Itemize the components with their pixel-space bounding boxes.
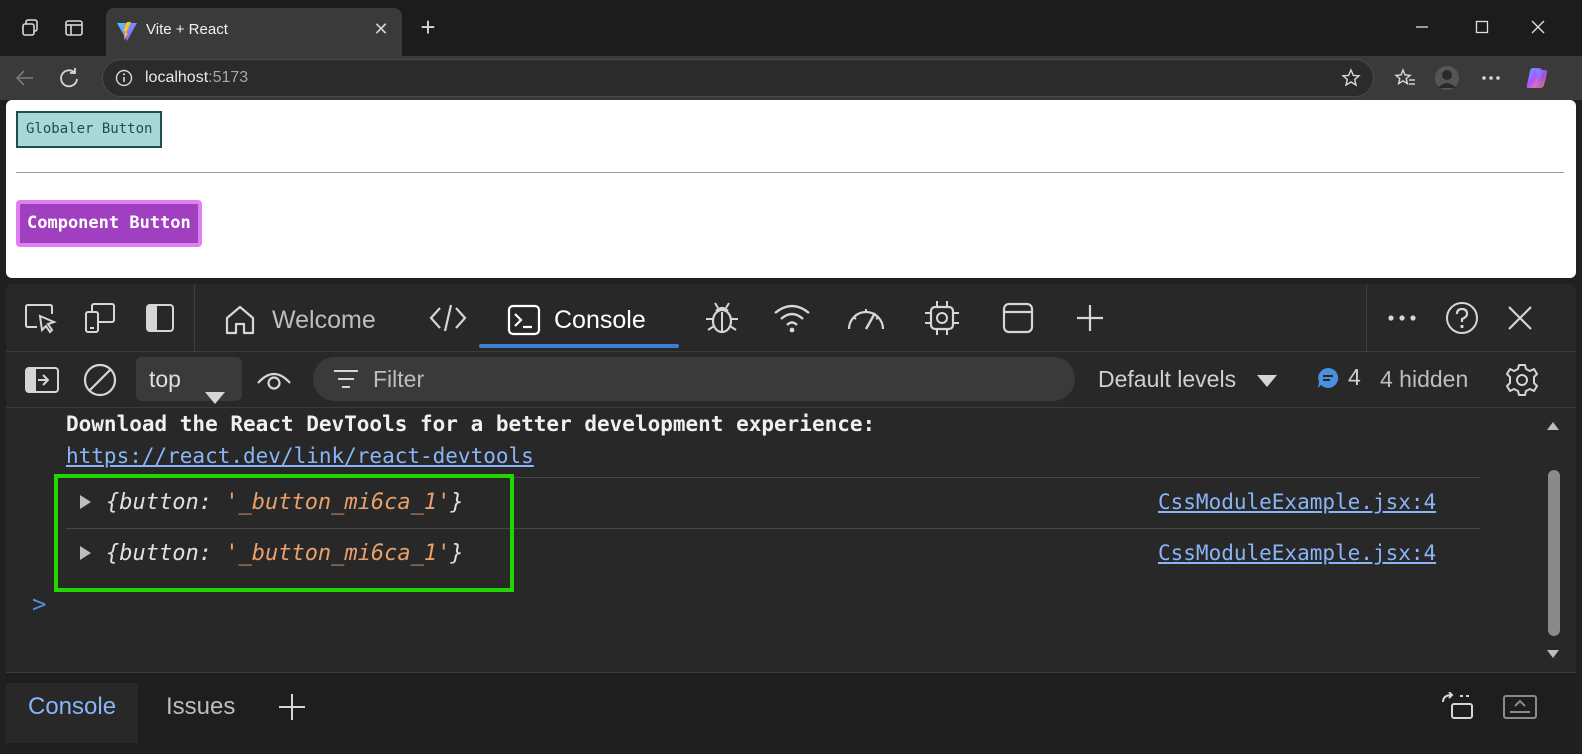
message-bubble-icon [1316,366,1340,396]
close-devtools-icon[interactable] [1498,296,1542,340]
console-message: Download the React DevTools for a better… [66,412,876,436]
profile-avatar[interactable] [1432,63,1462,93]
customize-devtools-icon[interactable] [1380,296,1424,340]
url-text: localhost:5173 [145,69,248,87]
message-count-badge[interactable]: 4 [1318,364,1361,391]
move-drawer-up-icon[interactable] [1500,689,1540,725]
context-selector-value: top [149,366,181,392]
horizontal-rule [16,172,1564,173]
source-link[interactable]: CssModuleExample.jsx:4 [1158,490,1436,514]
devtools-drawer: Console Issues [6,672,1576,750]
inspect-element-icon[interactable] [18,296,62,340]
site-info-icon[interactable] [115,69,133,92]
reload-icon[interactable] [54,63,84,93]
copilot-icon[interactable] [1522,63,1552,93]
scroll-up-icon[interactable] [1547,422,1559,430]
browser-window: Vite + React ✕ + localhost:5173 Globaler… [0,0,1582,754]
more-options-icon[interactable] [1476,63,1506,93]
minimize-icon[interactable] [1402,12,1442,42]
tab-console-label: Console [554,305,646,334]
more-tools-plus-icon[interactable] [1068,296,1112,340]
toolbar-separator [194,284,195,352]
live-expression-eye-icon[interactable] [254,360,294,400]
browser-tab[interactable]: Vite + React ✕ [106,8,402,56]
console-settings-gear-icon[interactable] [1502,360,1542,400]
source-link[interactable]: CssModuleExample.jsx:4 [1158,541,1436,565]
drawer-tab-console[interactable]: Console [6,683,139,743]
elements-tool-icon[interactable] [426,296,470,340]
tab-console[interactable]: Console [506,298,646,342]
performance-gauge-icon[interactable] [844,296,888,340]
highlight-box [54,474,514,592]
page-viewport: Globaler Button Component Button [6,100,1576,278]
vite-logo-icon [116,20,138,47]
console-prompt[interactable]: > [32,590,46,618]
drawer-tab-issues[interactable]: Issues [144,683,257,743]
tab-welcome[interactable]: Welcome [222,298,376,342]
scroll-down-icon[interactable] [1547,650,1559,658]
address-row: localhost:5173 [0,56,1582,100]
network-wifi-icon[interactable] [770,296,814,340]
debugger-bug-icon[interactable] [700,296,744,340]
help-icon[interactable] [1440,296,1484,340]
active-tab-indicator [479,344,679,348]
close-window-icon[interactable] [1518,12,1558,42]
component-button[interactable]: Component Button [16,200,202,247]
show-sidebar-icon[interactable] [22,360,62,400]
maximize-icon[interactable] [1462,12,1502,42]
console-output: Download the React DevTools for a better… [6,408,1576,672]
global-button[interactable]: Globaler Button [16,111,163,148]
devtools-panel: Welcome Console top Filter Default level… [6,284,1576,750]
tab-close-icon[interactable]: ✕ [370,18,392,40]
filter-input[interactable]: Filter [313,357,1075,401]
dock-drawer-icon[interactable] [1438,689,1478,725]
new-tab-icon[interactable]: + [414,14,442,42]
workspaces-icon[interactable] [16,14,44,42]
filter-icon [333,369,359,394]
home-icon [225,305,255,335]
url-host: localhost [145,69,209,86]
tab-strip: Vite + React ✕ + [0,0,1582,56]
favorite-star-icon[interactable] [1341,68,1361,93]
devtools-toolbar: Welcome Console [6,284,1576,352]
vertical-tabs-icon[interactable] [60,14,88,42]
log-levels-label: Default levels [1098,366,1237,392]
tab-welcome-label: Welcome [272,305,376,334]
levels-chevron-down-icon [1256,367,1278,394]
console-icon [507,304,541,336]
filter-placeholder: Filter [373,366,425,392]
dock-side-icon[interactable] [138,296,182,340]
scrollbar-thumb[interactable] [1548,470,1560,636]
back-icon[interactable] [10,63,40,93]
address-bar[interactable]: localhost:5173 [102,59,1374,97]
console-toolbar: top Filter Default levels 4 4 hidden [6,352,1576,408]
context-selector[interactable]: top [136,357,242,404]
application-window-icon[interactable] [996,296,1040,340]
hidden-count: 4 hidden [1380,366,1469,392]
device-emulation-icon[interactable] [78,296,122,340]
react-devtools-link[interactable]: https://react.dev/link/react-devtools [66,444,534,468]
clear-console-icon[interactable] [80,360,120,400]
toolbar-separator-right [1366,284,1367,352]
favorites-icon[interactable] [1390,63,1420,93]
message-count: 4 [1348,364,1361,390]
url-port: :5173 [208,69,249,86]
memory-chip-icon[interactable] [920,296,964,340]
drawer-add-tab-icon[interactable] [272,689,312,725]
tab-title: Vite + React [146,21,228,38]
log-levels-dropdown[interactable]: Default levels [1098,366,1278,394]
